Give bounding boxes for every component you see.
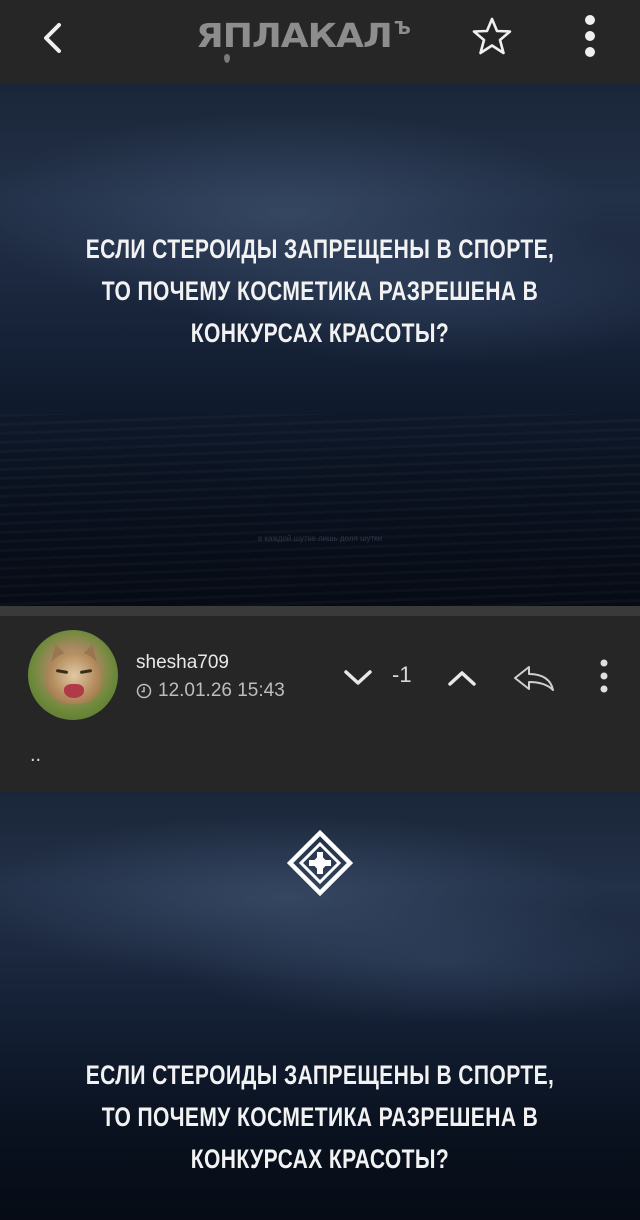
caption-line: КОНКУРСАХ КРАСОТЫ? bbox=[190, 1144, 450, 1174]
avatar-cat-mouth bbox=[64, 684, 84, 698]
star-outline-icon bbox=[472, 17, 512, 55]
caption-line: ТО ПОЧЕМУ КОСМЕТИКА РАЗРЕШЕНА В bbox=[101, 1102, 539, 1132]
comment-datetime: 12.01.26 15:43 bbox=[136, 680, 285, 702]
overflow-menu-button[interactable] bbox=[574, 12, 606, 60]
caption-line: ЕСЛИ СТЕРОИДЫ ЗАПРЕЩЕНЫ В СПОРТЕ, bbox=[85, 234, 555, 264]
image-caption: ЕСЛИ СТЕРОИДЫ ЗАПРЕЩЕНЫ В СПОРТЕ, ТО ПОЧ… bbox=[70, 228, 569, 354]
back-button[interactable] bbox=[28, 14, 76, 62]
chevron-left-icon bbox=[44, 23, 61, 53]
image-watermark: в каждой шутке лишь доля шутки bbox=[257, 534, 383, 543]
vertical-dots-icon bbox=[585, 15, 595, 57]
diamond-logo-icon bbox=[287, 830, 353, 896]
caption-line: КОНКУРСАХ КРАСОТЫ? bbox=[190, 318, 450, 348]
caption-line: ЕСЛИ СТЕРОИДЫ ЗАПРЕЩЕНЫ В СПОРТЕ, bbox=[85, 1060, 555, 1090]
comment-datetime-text: 12.01.26 15:43 bbox=[158, 680, 285, 701]
vote-up-button[interactable] bbox=[442, 660, 482, 696]
clock-icon bbox=[136, 683, 152, 699]
logo-suffix: Ъ bbox=[393, 17, 411, 39]
chevron-down-icon bbox=[344, 670, 372, 685]
vertical-dots-icon bbox=[600, 659, 608, 693]
comment-username[interactable]: shesha709 bbox=[136, 652, 229, 674]
comment-card: shesha709 12.01.26 15:43 -1 .. bbox=[0, 616, 640, 792]
image-sea-texture bbox=[0, 414, 640, 606]
top-app-bar: ЯПЛАКАЛ Ъ bbox=[0, 0, 640, 84]
post-image[interactable]: ЕСЛИ СТЕРОИДЫ ЗАПРЕЩЕНЫ В СПОРТЕ, ТО ПОЧ… bbox=[0, 84, 640, 606]
section-divider bbox=[0, 606, 640, 616]
comment-rating: -1 bbox=[392, 662, 412, 687]
chevron-up-icon bbox=[448, 671, 476, 686]
reply-arrow-icon bbox=[514, 666, 554, 691]
image-caption: ЕСЛИ СТЕРОИДЫ ЗАПРЕЩЕНЫ В СПОРТЕ, ТО ПОЧ… bbox=[70, 1054, 569, 1180]
reply-button[interactable] bbox=[508, 656, 560, 700]
logo-drop-icon bbox=[224, 54, 230, 63]
avatar[interactable] bbox=[28, 630, 118, 720]
caption-line: ТО ПОЧЕМУ КОСМЕТИКА РАЗРЕШЕНА В bbox=[101, 276, 539, 306]
site-logo[interactable]: ЯПЛАКАЛ Ъ bbox=[196, 14, 411, 63]
comment-text: .. bbox=[30, 744, 42, 766]
favorite-button[interactable] bbox=[470, 14, 514, 58]
comment-menu-button[interactable] bbox=[590, 654, 618, 698]
vote-down-button[interactable] bbox=[340, 660, 376, 696]
logo-text: ЯПЛАКАЛ bbox=[196, 17, 393, 55]
comment-image[interactable]: ЕСЛИ СТЕРОИДЫ ЗАПРЕЩЕНЫ В СПОРТЕ, ТО ПОЧ… bbox=[0, 792, 640, 1220]
